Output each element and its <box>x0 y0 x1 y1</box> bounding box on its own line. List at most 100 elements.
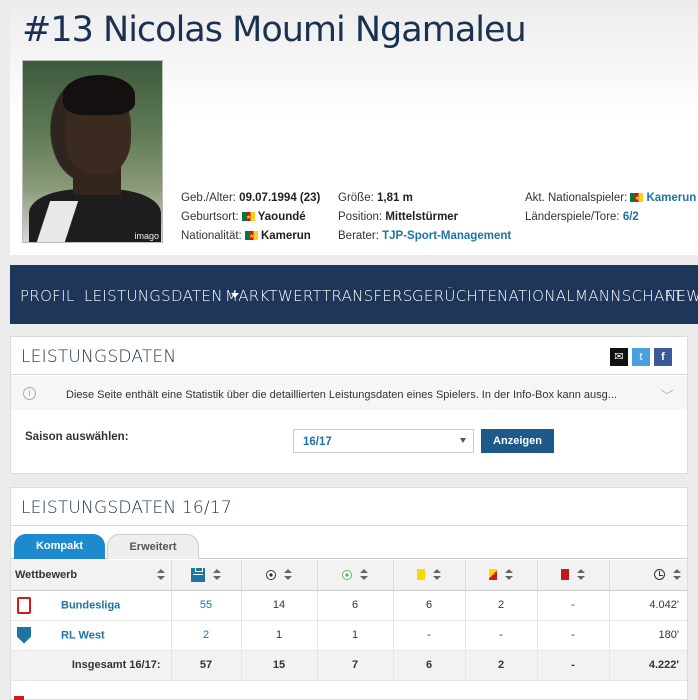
box-header: LEISTUNGSDATEN ✉ t f <box>11 337 687 375</box>
info-column-2: Größe: 1,81 m Position: Mittelstürmer Be… <box>338 192 512 242</box>
col-red[interactable] <box>537 560 610 591</box>
photo-credit: imago <box>134 231 159 241</box>
nav-nationalmannschaft[interactable]: NATIONALMANNSCHAFT <box>497 287 683 305</box>
minutes-cell: 180' <box>609 620 687 651</box>
competition-link[interactable]: Bundesliga <box>61 599 120 611</box>
total-goals: 15 <box>241 650 318 681</box>
mail-share-icon[interactable]: ✉ <box>610 348 628 366</box>
yellow-red-cell: - <box>465 620 538 651</box>
total-yellow: 6 <box>393 650 466 681</box>
player-number: #13 <box>22 10 94 50</box>
cameroon-flag-icon <box>244 228 258 247</box>
col-apps[interactable] <box>171 560 242 591</box>
appearances-icon <box>191 567 205 582</box>
total-assists: 7 <box>317 650 394 681</box>
goal-ball-icon <box>266 569 276 580</box>
player-photo: imago <box>22 60 163 243</box>
caps-link[interactable]: 6/2 <box>623 211 639 223</box>
yellow-red-card-icon <box>489 569 497 581</box>
red-cell: - <box>537 590 610 621</box>
leistungsdaten-season-box: LEISTUNGSDATEN 16/17 Kompakt Erweitert W… <box>10 487 688 700</box>
position-value: Mittelstürmer <box>385 211 459 223</box>
col-minutes[interactable] <box>609 560 687 591</box>
competition-link[interactable]: RL West <box>61 629 105 641</box>
total-red: - <box>537 650 610 681</box>
col-assists[interactable] <box>317 560 394 591</box>
apps-link[interactable]: 2 <box>203 629 209 641</box>
goals-cell: 1 <box>241 620 318 651</box>
chevron-down-icon[interactable]: ⌵ <box>660 385 673 398</box>
total-label: Insgesamt 16/17: <box>11 650 172 681</box>
cameroon-flag-icon <box>630 190 644 209</box>
box-title: LEISTUNGSDATEN 16/17 <box>21 498 232 518</box>
table-row: Bundesliga 55 14 6 6 2 - 4.042' <box>11 590 687 621</box>
yellow-cell: 6 <box>393 590 466 621</box>
info-column-1: Geb./Alter: 09.07.1994 (23) Geburtsort: … <box>181 189 321 247</box>
rl-west-logo-icon <box>17 626 31 644</box>
nav-news[interactable]: NEWS <box>665 287 698 305</box>
red-card-icon <box>561 569 569 581</box>
tab-kompakt[interactable]: Kompakt <box>14 534 105 559</box>
nav-geruechte[interactable]: GERÜCHTE <box>412 287 497 305</box>
assist-ball-icon <box>342 569 352 580</box>
page-title: #13 Nicolas Moumi Ngamaleu <box>22 10 527 50</box>
col-yellow[interactable] <box>393 560 466 591</box>
agent-link[interactable]: TJP-Sport-Management <box>382 230 511 242</box>
sort-icon <box>505 569 513 581</box>
dropdown-arrow-icon <box>460 438 466 443</box>
assists-cell: 6 <box>317 590 394 621</box>
nav-profil[interactable]: PROFIL <box>20 287 74 305</box>
yellow-cell: - <box>393 620 466 651</box>
national-team-link[interactable]: Kamerun <box>646 192 696 204</box>
sort-icon <box>433 569 441 581</box>
height-value: 1,81 m <box>377 192 413 204</box>
goals-cell: 14 <box>241 590 318 621</box>
col-yellow-red[interactable] <box>465 560 538 591</box>
nationality-value: Kamerun <box>260 230 311 242</box>
info-text: Diese Seite enthält eine Statistik über … <box>66 389 617 401</box>
sort-icon <box>360 569 368 581</box>
next-section-icon <box>14 696 24 700</box>
tab-erweitert[interactable]: Erweitert <box>107 534 199 559</box>
birthplace-value: Yaoundé <box>257 211 306 223</box>
birth-value: 09.07.1994 (23) <box>239 192 321 204</box>
info-icon: i <box>23 387 36 400</box>
sort-icon <box>156 569 165 581</box>
total-row: Insgesamt 16/17: 57 15 7 6 2 - 4.222' <box>11 650 687 681</box>
nav-marktwert[interactable]: MARKTWERT <box>225 287 322 305</box>
total-yellow-red: 2 <box>465 650 538 681</box>
twitter-share-icon[interactable]: t <box>632 348 650 366</box>
nav-transfers[interactable]: TRANSFERS <box>322 287 413 305</box>
info-column-3: Akt. Nationalspieler: Kamerun Länderspie… <box>525 189 696 227</box>
player-header: #13 Nicolas Moumi Ngamaleu imago Geb./Al… <box>10 0 698 255</box>
assists-cell: 1 <box>317 620 394 651</box>
season-label: Saison auswählen: <box>25 431 129 443</box>
info-bar[interactable]: i Diese Seite enthält eine Statistik übe… <box>11 376 687 410</box>
leistungsdaten-box: LEISTUNGSDATEN ✉ t f i Diese Seite enthä… <box>10 336 688 474</box>
facebook-share-icon[interactable]: f <box>654 348 672 366</box>
sort-icon <box>284 569 292 581</box>
season-select[interactable]: 16/17 <box>293 429 474 453</box>
main-nav: PROFIL LEISTUNGSDATEN MARKTWERT TRANSFER… <box>10 265 698 324</box>
bundesliga-logo-icon <box>17 596 31 614</box>
red-cell: - <box>537 620 610 651</box>
sort-icon <box>577 569 585 581</box>
player-first-name: Nicolas <box>103 10 223 50</box>
nav-leistungsdaten[interactable]: LEISTUNGSDATEN <box>84 287 239 305</box>
sort-icon <box>213 569 221 581</box>
col-goals[interactable] <box>241 560 318 591</box>
sort-icon <box>673 569 681 581</box>
cameroon-flag-icon <box>241 209 255 228</box>
view-tabs: Kompakt Erweitert <box>11 534 687 559</box>
yellow-red-cell: 2 <box>465 590 538 621</box>
clock-icon <box>654 569 665 581</box>
show-button[interactable]: Anzeigen <box>481 429 554 453</box>
minutes-cell: 4.042' <box>609 590 687 621</box>
apps-link[interactable]: 55 <box>200 599 212 611</box>
total-minutes: 4.222' <box>609 650 687 681</box>
box-title: LEISTUNGSDATEN <box>21 347 177 367</box>
col-competition[interactable]: Wettbewerb <box>11 560 172 591</box>
box-header: LEISTUNGSDATEN 16/17 <box>11 488 687 526</box>
total-apps: 57 <box>171 650 242 681</box>
player-last-name: Moumi Ngamaleu <box>232 10 527 50</box>
